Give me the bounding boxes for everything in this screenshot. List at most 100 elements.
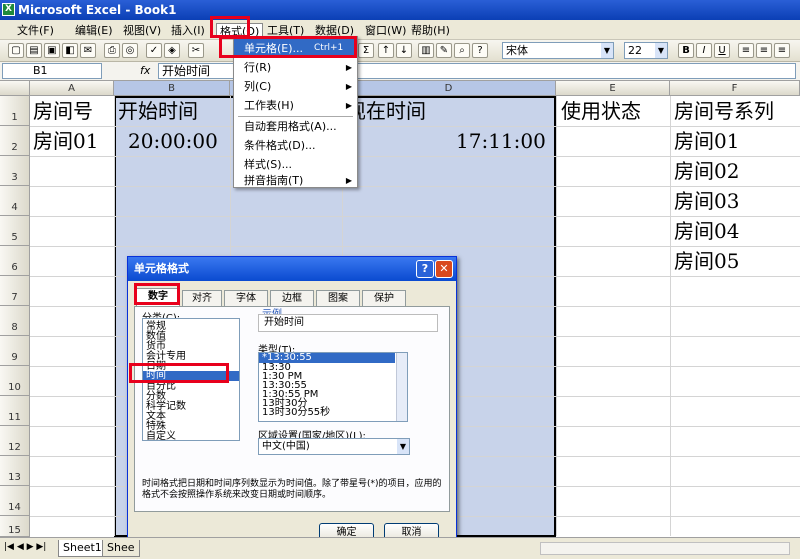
row-header[interactable]: 12 (0, 426, 30, 456)
row-header[interactable]: 11 (0, 396, 30, 426)
font-name-select[interactable]: 宋体 ▼ (502, 42, 614, 59)
tab-font[interactable]: 字体 (224, 290, 268, 306)
chart-icon[interactable]: ▥ (418, 43, 434, 58)
cell-b2[interactable]: 20:00:00 (128, 127, 218, 155)
locale-select[interactable]: 中文(中国) ▼ (258, 438, 410, 455)
row-header[interactable]: 9 (0, 336, 30, 366)
drawing-icon[interactable]: ✎ (436, 43, 452, 58)
print-icon[interactable]: ⎙ (104, 43, 120, 58)
row-header[interactable]: 5 (0, 216, 30, 246)
column-header-e[interactable]: E (556, 81, 670, 96)
menu-item-row[interactable]: 行(R) ▶ (234, 58, 357, 77)
menu-item-label: 工作表(H) (244, 99, 294, 112)
preview-icon[interactable]: ◎ (122, 43, 138, 58)
row-header[interactable]: 4 (0, 186, 30, 216)
new-icon[interactable]: ▢ (8, 43, 24, 58)
toolbar: ▢ ▤ ▣ ◧ ✉ ⎙ ◎ ✓ ◈ ✂ Σ ↑ ↓ ▥ ✎ ⌕ ? 宋体 ▼ 2… (0, 40, 800, 62)
cell-f4[interactable]: 房间03 (674, 187, 739, 215)
cell-a2[interactable]: 房间01 (33, 127, 98, 155)
column-header-d[interactable]: D (342, 81, 556, 96)
menu-item-column[interactable]: 列(C) ▶ (234, 77, 357, 96)
sheet-tab-1[interactable]: Sheet1 (58, 540, 107, 557)
select-all-corner[interactable] (0, 81, 30, 96)
fx-icon[interactable]: fx (140, 64, 150, 77)
column-header-a[interactable]: A (30, 81, 114, 96)
font-size-select[interactable]: 22 ▼ (624, 42, 668, 59)
italic-button[interactable]: I (696, 43, 712, 58)
menu-item-phonetic[interactable]: 拼音指南(T) ▶ (234, 174, 357, 188)
align-left-icon[interactable]: ≡ (738, 43, 754, 58)
open-icon[interactable]: ▤ (26, 43, 42, 58)
row-header[interactable]: 13 (0, 456, 30, 486)
row-header[interactable]: 2 (0, 126, 30, 156)
font-size-value: 22 (628, 44, 642, 57)
save-icon[interactable]: ▣ (44, 43, 60, 58)
menu-file[interactable]: 文件(F) (14, 23, 57, 38)
underline-button[interactable]: U (714, 43, 730, 58)
research-icon[interactable]: ◈ (164, 43, 180, 58)
permission-icon[interactable]: ◧ (62, 43, 78, 58)
name-box-value: B1 (33, 64, 48, 77)
align-right-icon[interactable]: ≡ (774, 43, 790, 58)
name-box[interactable]: B1 (2, 63, 102, 79)
sheet-nav-icon[interactable]: |◀ ◀ ▶ ▶| (4, 542, 46, 552)
bold-button[interactable]: B (678, 43, 694, 58)
sum-icon[interactable]: Σ (358, 43, 374, 58)
chevron-down-icon[interactable]: ▼ (601, 43, 613, 58)
menu-item-autoformat[interactable]: 自动套用格式(A)... (234, 117, 357, 136)
help-icon[interactable]: ? (416, 260, 434, 278)
chevron-down-icon[interactable]: ▼ (655, 43, 667, 58)
cell-b1[interactable]: 开始时间 (118, 97, 198, 125)
tab-protection[interactable]: 保护 (362, 290, 406, 306)
row-header[interactable]: 15 (0, 516, 30, 537)
cell-f1[interactable]: 房间号系列 (674, 97, 774, 125)
cell-e1[interactable]: 使用状态 (561, 97, 641, 125)
sort-ascending-icon[interactable]: ↑ (378, 43, 394, 58)
cell-d2[interactable]: 17:11:00 (456, 127, 546, 155)
row-header[interactable]: 14 (0, 486, 30, 516)
grid-line (114, 96, 115, 536)
cell-f5[interactable]: 房间04 (674, 217, 739, 245)
menu-window[interactable]: 窗口(W) (362, 23, 409, 38)
row-header[interactable]: 8 (0, 306, 30, 336)
column-header-b[interactable]: B (114, 81, 230, 96)
menu-view[interactable]: 视图(V) (120, 23, 164, 38)
scrollbar[interactable] (396, 353, 407, 421)
cell-f2[interactable]: 房间01 (674, 127, 739, 155)
menu-help[interactable]: 帮助(H) (408, 23, 453, 38)
row-header[interactable]: 3 (0, 156, 30, 186)
tab-alignment[interactable]: 对齐 (182, 290, 222, 306)
cell-a1[interactable]: 房间号 (33, 97, 93, 125)
format-description: 时间格式把日期和时间序列数显示为时间值。除了带星号(*)的项目，应用的格式不会按… (142, 479, 442, 500)
zoom-icon[interactable]: ⌕ (454, 43, 470, 58)
sort-descending-icon[interactable]: ↓ (396, 43, 412, 58)
menu-edit[interactable]: 编辑(E) (72, 23, 116, 38)
cell-d1[interactable]: 现在时间 (346, 97, 426, 125)
row-header[interactable]: 1 (0, 96, 30, 126)
list-item[interactable]: 13时30分55秒 (262, 408, 330, 418)
row-header[interactable]: 10 (0, 366, 30, 396)
chevron-down-icon[interactable]: ▼ (397, 439, 409, 454)
column-header-f[interactable]: F (670, 81, 800, 96)
align-center-icon[interactable]: ≡ (756, 43, 772, 58)
menu-item-style[interactable]: 样式(S)... (234, 155, 357, 174)
menu-insert[interactable]: 插入(I) (168, 23, 208, 38)
tab-border[interactable]: 边框 (270, 290, 314, 306)
spelling-icon[interactable]: ✓ (146, 43, 162, 58)
type-list[interactable]: *13:30:55 13:30 1:30 PM 13:30:55 1:30:55… (258, 352, 408, 422)
row-header[interactable]: 6 (0, 246, 30, 276)
tab-pattern[interactable]: 图案 (316, 290, 360, 306)
horizontal-scrollbar[interactable] (540, 542, 790, 555)
highlight-cells-item (219, 36, 357, 58)
cell-f6[interactable]: 房间05 (674, 247, 739, 275)
menu-item-conditional-format[interactable]: 条件格式(D)... (234, 136, 357, 155)
sheet-tab-2[interactable]: Shee (102, 540, 140, 557)
row-header[interactable]: 7 (0, 276, 30, 306)
cut-icon[interactable]: ✂ (188, 43, 204, 58)
close-icon[interactable]: ✕ (435, 260, 453, 278)
menu-item-sheet[interactable]: 工作表(H) ▶ (234, 96, 357, 115)
list-item[interactable]: 自定义 (146, 432, 176, 442)
cell-f3[interactable]: 房间02 (674, 157, 739, 185)
email-icon[interactable]: ✉ (80, 43, 96, 58)
help-icon[interactable]: ? (472, 43, 488, 58)
